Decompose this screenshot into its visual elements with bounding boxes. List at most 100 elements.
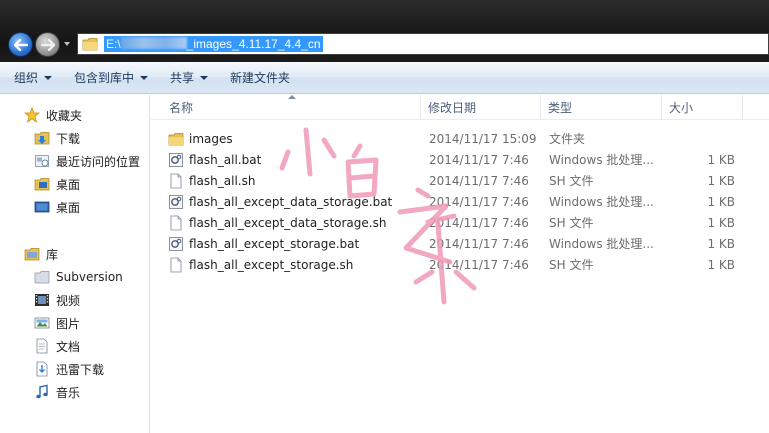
subversion-icon — [34, 271, 50, 284]
share-button[interactable]: 共享 — [170, 69, 209, 86]
batch-file-icon — [169, 236, 183, 251]
address-path-suffix: _images_4.11.17_4.4_cn — [186, 37, 321, 51]
column-header-label: 类型 — [548, 101, 573, 115]
folder-icon — [82, 38, 98, 51]
sidebar-item-label: 桌面 — [56, 200, 81, 215]
back-arrow-icon — [13, 38, 28, 51]
sidebar-item-recent-places[interactable]: 最近访问的位置 — [34, 150, 140, 172]
column-header-label: 大小 — [669, 101, 694, 115]
new-folder-label: 新建文件夹 — [230, 71, 291, 85]
library-icon — [24, 248, 40, 261]
recent-pages-dropdown-icon[interactable] — [63, 40, 71, 48]
column-header-size[interactable]: 大小 — [663, 95, 743, 120]
sidebar-item-label: 文档 — [56, 339, 81, 354]
file-name: images — [189, 131, 233, 146]
file-type: SH 文件 — [549, 216, 594, 230]
column-header-row: 名称 修改日期 类型 大小 — [151, 95, 769, 120]
file-size: 1 KB — [707, 257, 735, 272]
file-date: 2014/11/17 7:46 — [429, 173, 529, 188]
sidebar-item-desktop[interactable]: 桌面 — [34, 196, 80, 218]
sidebar-item-video[interactable]: 视频 — [34, 289, 80, 311]
sidebar-item-downloads[interactable]: 下载 — [34, 127, 80, 149]
sidebar-item-label: 桌面 — [56, 177, 81, 192]
desktop-folder-icon — [34, 178, 50, 191]
table-row[interactable]: flash_all_except_storage.sh 2014/11/17 7… — [151, 254, 769, 275]
file-type: SH 文件 — [549, 174, 594, 188]
file-name: flash_all_except_storage.bat — [189, 236, 360, 251]
table-row[interactable]: flash_all_except_storage.bat 2014/11/17 … — [151, 233, 769, 254]
column-header-label: 修改日期 — [428, 101, 477, 115]
file-type: Windows 批处理... — [549, 237, 654, 251]
organize-button[interactable]: 组织 — [14, 69, 53, 86]
column-header-date-modified[interactable]: 修改日期 — [422, 95, 541, 120]
desktop-icon — [34, 201, 50, 213]
document-icon — [170, 215, 182, 230]
file-date: 2014/11/17 7:46 — [429, 236, 529, 251]
star-icon — [24, 107, 40, 123]
sidebar-libraries-header[interactable]: 库 — [24, 243, 58, 265]
file-name-cell: flash_all_except_data_storage.bat — [168, 191, 392, 212]
file-name-cell: images — [168, 128, 233, 149]
file-date: 2014/11/17 7:46 — [429, 257, 529, 272]
file-type: 文件夹 — [549, 132, 586, 146]
file-date: 2014/11/17 7:46 — [429, 215, 529, 230]
address-bar[interactable]: E:\ _images_4.11.17_4.4_cn — [77, 33, 769, 55]
sidebar-item-music[interactable]: 音乐 — [34, 381, 80, 403]
include-in-library-label: 包含到库中 — [74, 71, 135, 85]
batch-file-icon — [169, 152, 183, 167]
table-row[interactable]: flash_all_except_data_storage.sh 2014/11… — [151, 212, 769, 233]
sidebar-item-label: 音乐 — [56, 385, 81, 400]
chevron-down-icon — [44, 75, 53, 80]
sidebar-item-documents[interactable]: 文档 — [34, 335, 80, 357]
sidebar-item-subversion[interactable]: Subversion — [34, 266, 123, 288]
file-name: flash_all_except_data_storage.bat — [189, 194, 393, 209]
file-size: 1 KB — [707, 236, 735, 251]
document-icon — [170, 173, 182, 188]
sidebar-item-label: 下载 — [56, 131, 81, 146]
sidebar-item-label: 图片 — [56, 316, 81, 331]
new-folder-button[interactable]: 新建文件夹 — [230, 69, 290, 86]
organize-label: 组织 — [14, 71, 39, 85]
column-header-type[interactable]: 类型 — [542, 95, 662, 120]
file-size: 1 KB — [707, 194, 735, 209]
forward-arrow-icon — [40, 38, 55, 51]
file-name: flash_all.bat — [189, 152, 262, 167]
sidebar-item-label: 迅雷下载 — [56, 362, 105, 377]
chevron-down-icon — [140, 75, 149, 80]
sidebar-item-label: 最近访问的位置 — [56, 154, 141, 169]
file-size: 1 KB — [707, 215, 735, 230]
thunder-download-icon — [36, 361, 48, 377]
command-bar: 组织 包含到库中 共享 新建文件夹 — [0, 62, 769, 94]
folder-icon — [168, 132, 184, 145]
back-button[interactable] — [8, 32, 33, 57]
table-row[interactable]: flash_all_except_data_storage.bat 2014/1… — [151, 191, 769, 212]
file-date: 2014/11/17 15:09 — [429, 131, 537, 146]
table-row[interactable]: flash_all.sh 2014/11/17 7:46 SH 文件 1 KB — [151, 170, 769, 191]
sidebar-favorites-header[interactable]: 收藏夹 — [24, 104, 82, 126]
file-type: Windows 批处理... — [549, 195, 654, 209]
recent-places-icon — [35, 155, 49, 167]
navigation-pane: 收藏夹 下载 最近访问的位置 桌面 桌面 库 Subversion 视频 图片 … — [0, 95, 150, 433]
sidebar-item-label: Subversion — [56, 270, 123, 284]
chevron-down-icon — [200, 75, 209, 80]
column-header-name[interactable]: 名称 — [163, 95, 421, 120]
sidebar-item-thunder-download[interactable]: 迅雷下载 — [34, 358, 104, 380]
obscured-text — [120, 37, 187, 49]
forward-button[interactable] — [35, 32, 60, 57]
table-row[interactable]: images 2014/11/17 15:09 文件夹 — [151, 128, 769, 149]
document-icon — [36, 338, 48, 354]
favorites-label: 收藏夹 — [46, 108, 83, 123]
sidebar-item-desktop-folder[interactable]: 桌面 — [34, 173, 80, 195]
file-size: 1 KB — [707, 173, 735, 188]
address-path[interactable]: E:\ _images_4.11.17_4.4_cn — [104, 36, 323, 52]
sidebar-item-pictures[interactable]: 图片 — [34, 312, 80, 334]
file-name: flash_all_except_storage.sh — [189, 257, 354, 272]
file-name-cell: flash_all.sh — [168, 170, 255, 191]
file-name-cell: flash_all.bat — [168, 149, 261, 170]
table-row[interactable]: flash_all.bat 2014/11/17 7:46 Windows 批处… — [151, 149, 769, 170]
file-name: flash_all_except_data_storage.sh — [189, 215, 387, 230]
include-in-library-button[interactable]: 包含到库中 — [74, 69, 149, 86]
file-type: SH 文件 — [549, 258, 594, 272]
download-folder-icon — [34, 132, 50, 145]
file-type: Windows 批处理... — [549, 153, 654, 167]
